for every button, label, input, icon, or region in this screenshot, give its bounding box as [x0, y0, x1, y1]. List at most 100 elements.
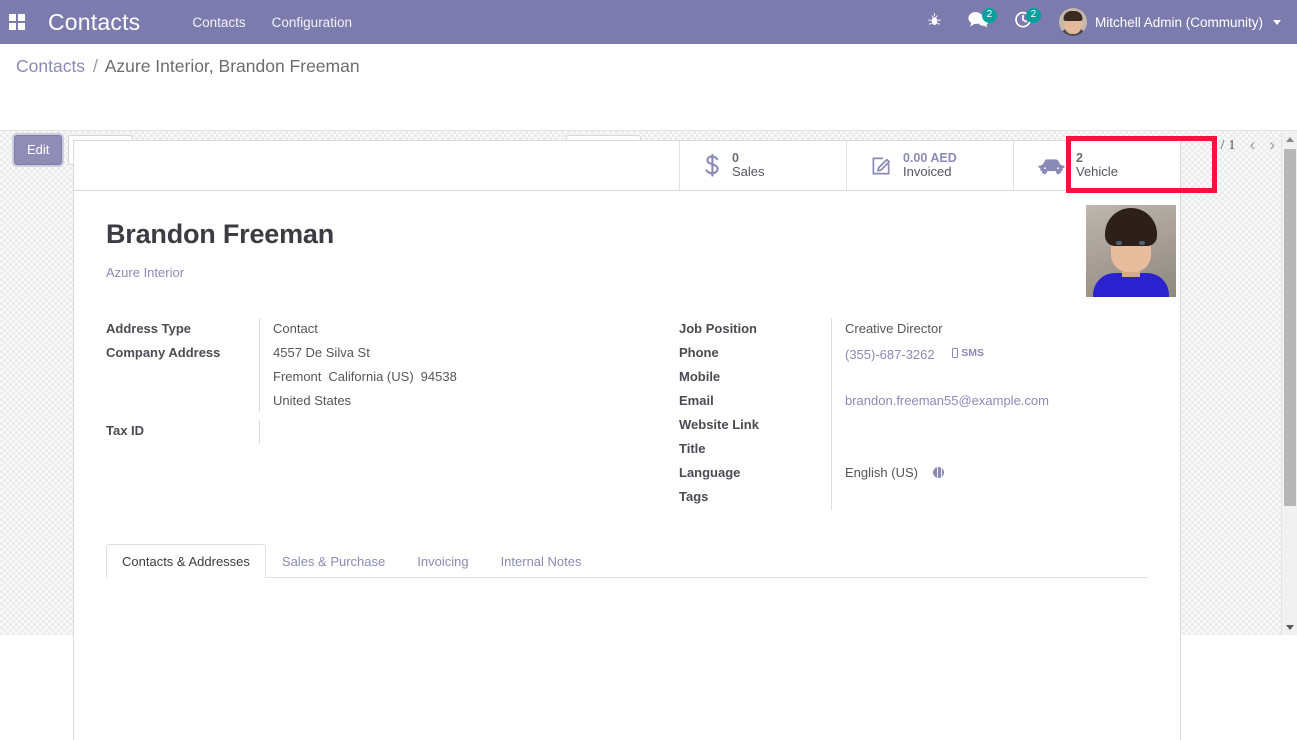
tab-contacts-addresses[interactable]: Contacts & Addresses [106, 544, 266, 578]
user-menu[interactable]: Mitchell Admin (Community) [1058, 8, 1281, 36]
field-value-tax-id[interactable] [259, 420, 627, 444]
tab-invoicing[interactable]: Invoicing [401, 544, 484, 578]
stat-button-sales[interactable]: 0 Sales [679, 141, 846, 190]
breadcrumb-current: Azure Interior, Brandon Freeman [104, 56, 360, 76]
field-label-address-type: Address Type [106, 321, 192, 336]
chevron-down-icon [1273, 19, 1281, 25]
tab-internal-notes[interactable]: Internal Notes [485, 544, 598, 578]
field-row-mobile: Mobile [679, 366, 1148, 390]
pager-previous-icon[interactable]: ‹ [1250, 136, 1256, 153]
nav-menu-bar: Contacts Configuration [190, 11, 354, 34]
grid-apps-icon [9, 14, 25, 30]
stat-value-vehicle: 2 [1076, 150, 1083, 165]
address-city-state-zip: Fremont California (US) 94538 [273, 368, 627, 386]
apps-menu-button[interactable] [0, 0, 34, 44]
navbar-right-tools: 2 2 Mitchell Admin (Community) [913, 0, 1297, 44]
address-country: United States [273, 393, 352, 408]
stat-button-invoiced[interactable]: 0.00 AED Invoiced [846, 141, 1013, 190]
field-label-title: Title [679, 441, 706, 456]
field-row-tags: Tags [679, 486, 1148, 510]
field-value-company-address[interactable]: 4557 De Silva St Fremont California (US) 9… [259, 342, 627, 412]
field-label-job-position: Job Position [679, 321, 757, 336]
vertical-scrollbar[interactable] [1281, 131, 1297, 635]
record-pager: 1 / 1 ‹ › [1209, 136, 1275, 153]
record-body: Brandon Freeman Azure Interior Address T… [74, 191, 1180, 578]
field-row-phone: Phone (355)-687-3262 SMS [679, 342, 1148, 366]
field-label-website-link: Website Link [679, 417, 759, 432]
field-row-website-link: Website Link [679, 414, 1148, 438]
sms-label: SMS [961, 347, 985, 359]
nav-menu-configuration[interactable]: Configuration [270, 11, 354, 34]
field-value-website-link[interactable] [831, 414, 1148, 438]
breadcrumb-separator: / [92, 56, 98, 76]
bug-menu-button[interactable] [913, 0, 957, 44]
stat-value-sales: 0 [732, 150, 739, 165]
globe-icon[interactable] [932, 467, 944, 478]
tab-sales-purchase[interactable]: Sales & Purchase [266, 544, 401, 578]
activities-menu-button[interactable]: 2 [1001, 0, 1045, 44]
address-city: Fremont [273, 369, 322, 384]
address-zip: 94538 [420, 369, 457, 384]
messages-badge: 2 [981, 8, 997, 23]
field-label-phone: Phone [679, 345, 719, 360]
phone-number: (355)-687-3262 [845, 347, 935, 362]
record-sheet: 0 Sales 0.00 AED Invoiced 2 Vehicle Bran… [73, 140, 1181, 740]
field-value-job-position[interactable]: Creative Director [831, 318, 1148, 342]
stat-button-vehicle[interactable]: 2 Vehicle [1013, 141, 1180, 190]
field-value-address-type[interactable]: Contact [259, 318, 627, 342]
app-brand-title: Contacts [48, 8, 141, 35]
field-value-phone[interactable]: (355)-687-3262 SMS [831, 342, 1148, 366]
page-title: Brandon Freeman [106, 219, 335, 249]
user-avatar [1058, 8, 1087, 36]
field-row-job-position: Job Position Creative Director [679, 318, 1148, 342]
chevron-down-icon [1286, 624, 1294, 630]
notebook: Contacts & Addresses Sales & Purchase In… [106, 544, 1148, 578]
contact-photo[interactable] [1086, 205, 1176, 297]
field-column-right: Job Position Creative Director Phone (35… [627, 318, 1148, 510]
scroll-up-button[interactable] [1282, 131, 1297, 147]
field-value-title[interactable] [831, 438, 1148, 462]
user-name-label: Mitchell Admin (Community) [1094, 14, 1263, 30]
field-row-title: Title [679, 438, 1148, 462]
stat-label-vehicle: Vehicle [1076, 164, 1118, 180]
stat-buttons-bar: 0 Sales 0.00 AED Invoiced 2 Vehicle [74, 141, 1180, 191]
stat-text-sales: 0 Sales [732, 151, 765, 180]
pager-next-icon[interactable]: › [1269, 136, 1275, 153]
pager-count: 1 / 1 [1209, 137, 1236, 152]
invoice-pencil-icon [871, 155, 892, 176]
field-value-mobile[interactable] [831, 366, 1148, 390]
bug-icon [927, 12, 942, 32]
stat-text-invoiced: 0.00 AED Invoiced [903, 151, 957, 180]
scrollbar-thumb[interactable] [1284, 149, 1296, 506]
sms-button[interactable]: SMS [952, 344, 984, 362]
field-row-address-type: Address Type Contact [106, 318, 627, 342]
field-row-company-address: Company Address 4557 De Silva St Fremont… [106, 342, 627, 412]
breadcrumb-root-link[interactable]: Contacts [16, 56, 85, 76]
notebook-tabs: Contacts & Addresses Sales & Purchase In… [106, 544, 1148, 578]
control-panel: Contacts / Azure Interior, Brandon Freem… [0, 44, 1297, 165]
car-icon [1038, 156, 1065, 176]
dollar-icon [704, 153, 721, 178]
activities-badge: 2 [1025, 8, 1041, 23]
field-label-language: Language [679, 465, 741, 480]
messages-menu-button[interactable]: 2 [957, 0, 1001, 44]
field-row-email: Email brandon.freeman55@example.com [679, 390, 1148, 414]
stat-label-invoiced: Invoiced [903, 164, 952, 180]
field-label-tags: Tags [679, 489, 709, 504]
edit-button[interactable]: Edit [14, 135, 63, 165]
breadcrumb: Contacts / Azure Interior, Brandon Freem… [16, 56, 360, 77]
address-state: California (US) [328, 369, 414, 384]
parent-company-link[interactable]: Azure Interior [106, 265, 1148, 280]
scroll-down-button[interactable] [1282, 619, 1297, 635]
field-value-language[interactable]: English (US) [831, 462, 1148, 486]
field-label-tax-id: Tax ID [106, 423, 145, 438]
language-name: English (US) [845, 465, 918, 480]
field-column-left: Address Type Contact Company Address 455… [106, 318, 627, 510]
nav-menu-contacts[interactable]: Contacts [190, 11, 247, 34]
field-label-mobile: Mobile [679, 369, 721, 384]
field-label-company-address: Company Address [106, 345, 221, 360]
field-label-email: Email [679, 393, 714, 408]
chevron-up-icon [1286, 136, 1294, 142]
field-value-tags[interactable] [831, 486, 1148, 510]
field-value-email[interactable]: brandon.freeman55@example.com [831, 390, 1148, 414]
